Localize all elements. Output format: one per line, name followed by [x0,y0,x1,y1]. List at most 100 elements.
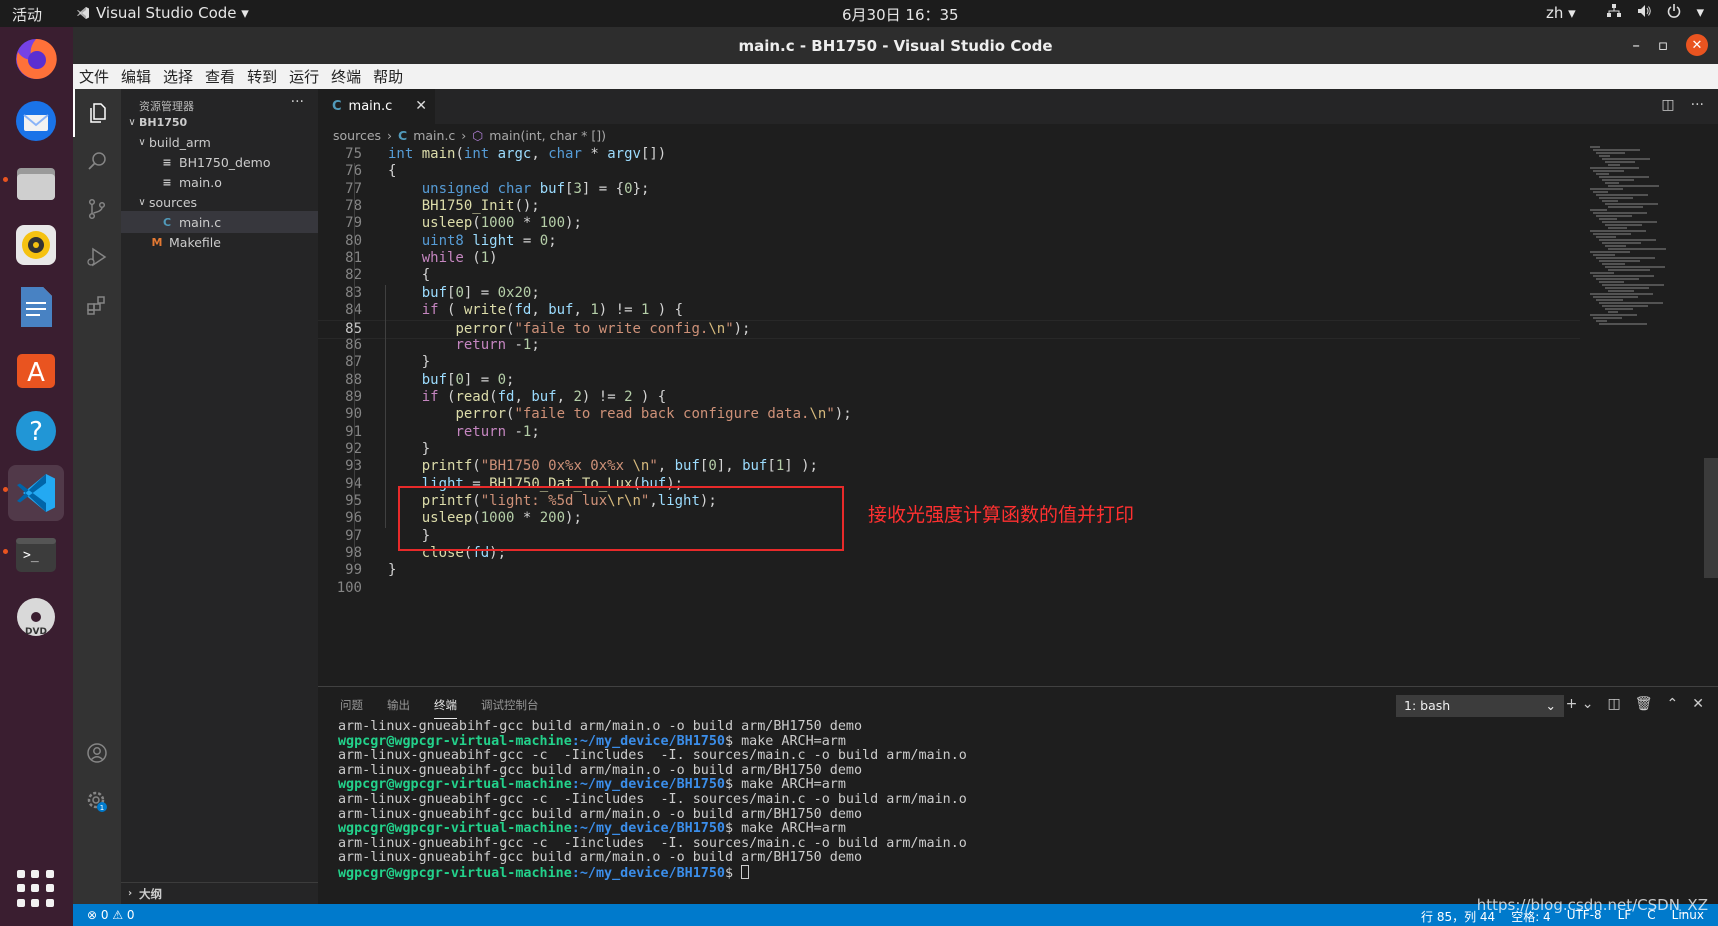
dock-terminal[interactable]: >_ [8,527,64,583]
menu-bar: 文件 编辑 选择 查看 转到 运行 终端 帮助 [73,64,1718,89]
dock-files[interactable] [8,155,64,211]
dock-dvd[interactable]: DVD [8,589,64,645]
menu-item[interactable]: 终端 [325,64,367,89]
maximize-button[interactable]: ▫ [1658,36,1668,54]
minimap-line [1608,185,1659,187]
chevron-down-icon: ∨ [138,196,146,208]
split-editor-icon[interactable]: ◫ [1661,97,1674,113]
dock-software[interactable]: A [8,341,64,397]
tree-item[interactable]: ≡ main.o [121,171,318,193]
chevron-down-icon: ∨ [128,116,136,128]
menu-item[interactable]: 选择 [157,64,199,89]
terminal-line: arm-linux-gnueabihf-gcc -c -Iincludes -I… [338,835,967,851]
minimap[interactable] [1590,146,1700,346]
code-line[interactable]: 76 { [318,163,1580,182]
explorer-activity[interactable] [73,89,121,137]
panel-tab[interactable]: 输出 [387,697,410,719]
menu-item[interactable]: 编辑 [115,64,157,89]
tree-item[interactable]: M Makefile [121,231,318,253]
code-line[interactable]: 78 BH1750_Init(); [318,198,1580,217]
annotation-text: 接收光强度计算函数的值并打印 [868,504,1135,526]
source-control-activity[interactable] [73,185,121,233]
more-actions-icon[interactable]: ··· [291,94,304,110]
editor-scrollbar[interactable] [1704,458,1718,578]
menu-item[interactable]: 文件 [73,64,115,89]
code-line[interactable]: 82 { [318,267,1580,286]
code-line[interactable]: 83 buf[0] = 0x20; [318,285,1580,304]
code-line[interactable]: 75 int main(int argc, char * argv[]) [318,146,1580,165]
app-menu[interactable]: Visual Studio Code ▾ [76,4,249,22]
code-line[interactable]: 77 unsigned char buf[3] = {0}; [318,181,1580,200]
tree-item[interactable]: ∨ sources [121,191,318,213]
code-line[interactable]: 87 } [318,354,1580,373]
activities-button[interactable]: 活动 [12,4,42,25]
minimap-line [1599,155,1610,157]
code-line[interactable]: 100 [318,580,1580,599]
dock-vscode[interactable] [8,465,64,521]
search-activity[interactable] [73,137,121,185]
breadcrumb-folder[interactable]: sources [333,128,381,143]
dock-rhythmbox[interactable] [8,217,64,273]
close-window-button[interactable]: ✕ [1686,34,1708,56]
menu-item[interactable]: 查看 [199,64,241,89]
code-line[interactable]: 90 perror("faile to read back configure … [318,406,1580,425]
clock[interactable]: 6月30日 16：35 [842,4,959,25]
menu-item[interactable]: 帮助 [367,64,409,89]
code-line[interactable]: 86 return -1; [318,337,1580,356]
code-line[interactable]: 92 } [318,441,1580,460]
window-titlebar[interactable]: main.c - BH1750 - Visual Studio Code – ▫… [73,27,1718,64]
extensions-activity[interactable] [73,281,121,329]
dock-thunderbird[interactable] [8,93,64,149]
run-debug-activity[interactable] [73,233,121,281]
tree-item[interactable]: Cmain.c [121,211,318,233]
c-file-icon: C [332,99,342,114]
breadcrumb-file[interactable]: main.c [413,128,455,143]
code-line[interactable]: 93 printf("BH1750 0x%x 0x%x \n", buf[0],… [318,458,1580,477]
tab-main-c[interactable]: C main.c ✕ [318,89,435,124]
code-line[interactable]: 81 while (1) [318,250,1580,269]
dock-help[interactable]: ? [8,403,64,459]
panel-tab[interactable]: 问题 [340,697,363,719]
panel-tab[interactable]: 终端 [434,697,457,719]
input-language[interactable]: zh ▾ [1546,4,1576,22]
maximize-panel-icon[interactable]: ⌃ [1667,696,1679,712]
close-tab-icon[interactable]: ✕ [415,98,427,114]
outline-section[interactable]: › 大纲 [121,882,318,904]
close-panel-icon[interactable]: ✕ [1692,696,1704,712]
panel-tab[interactable]: 调试控制台 [481,697,539,719]
menu-item[interactable]: 转到 [241,64,283,89]
manage-activity[interactable]: 1 [73,777,121,825]
terminal-select[interactable]: 1: bash ⌄ [1396,695,1564,717]
problems-indicator[interactable]: ⊗ 0 ⚠ 0 [87,908,135,922]
trash-icon[interactable]: 🗑 [1635,696,1653,712]
line-number: 76 [318,163,362,179]
menu-item[interactable]: 运行 [283,64,325,89]
tree-item[interactable]: ∨ BH1750 [121,111,318,133]
code-line[interactable]: 89 if (read(fd, buf, 2) != 2 ) { [318,389,1580,408]
more-actions-icon[interactable]: ··· [1691,97,1704,113]
chevron-down-icon: ⌄ [1545,698,1556,713]
code-line[interactable]: 80 uint8 light = 0; [318,233,1580,252]
terminal-line: arm-linux-gnueabihf-gcc -c -Iincludes -I… [338,748,967,764]
accounts-activity[interactable] [73,729,121,777]
minimap-line [1608,311,1618,313]
tree-item[interactable]: ≡ BH1750_demo [121,151,318,173]
dock-firefox[interactable] [8,31,64,87]
system-tray[interactable]: ▾ [1606,3,1704,21]
minimap-line [1605,308,1633,310]
code-line[interactable]: 85 perror("faile to write config.\n"); [318,319,1580,339]
code-line[interactable]: 88 buf[0] = 0; [318,372,1580,391]
breadcrumb-symbol[interactable]: main(int, char * []) [489,128,606,143]
code-line[interactable]: 79 usleep(1000 * 100); [318,215,1580,234]
minimap-line [1599,218,1617,220]
code-line[interactable]: 91 return -1; [318,424,1580,443]
tree-item[interactable]: ∨ build_arm [121,131,318,153]
minimize-button[interactable]: – [1632,36,1640,54]
show-applications-icon[interactable] [17,870,55,908]
split-terminal-icon[interactable]: ◫ [1608,696,1621,712]
code-line[interactable]: 84 if ( write(fd, buf, 1) != 1 ) { [318,302,1580,321]
new-terminal-icon[interactable]: + ⌄ [1566,696,1594,712]
code-editor[interactable]: 75 int main(int argc, char * argv[]) 76 {77… [318,146,1580,686]
code-line[interactable]: 99} [318,562,1580,581]
dock-writer[interactable] [8,279,64,335]
